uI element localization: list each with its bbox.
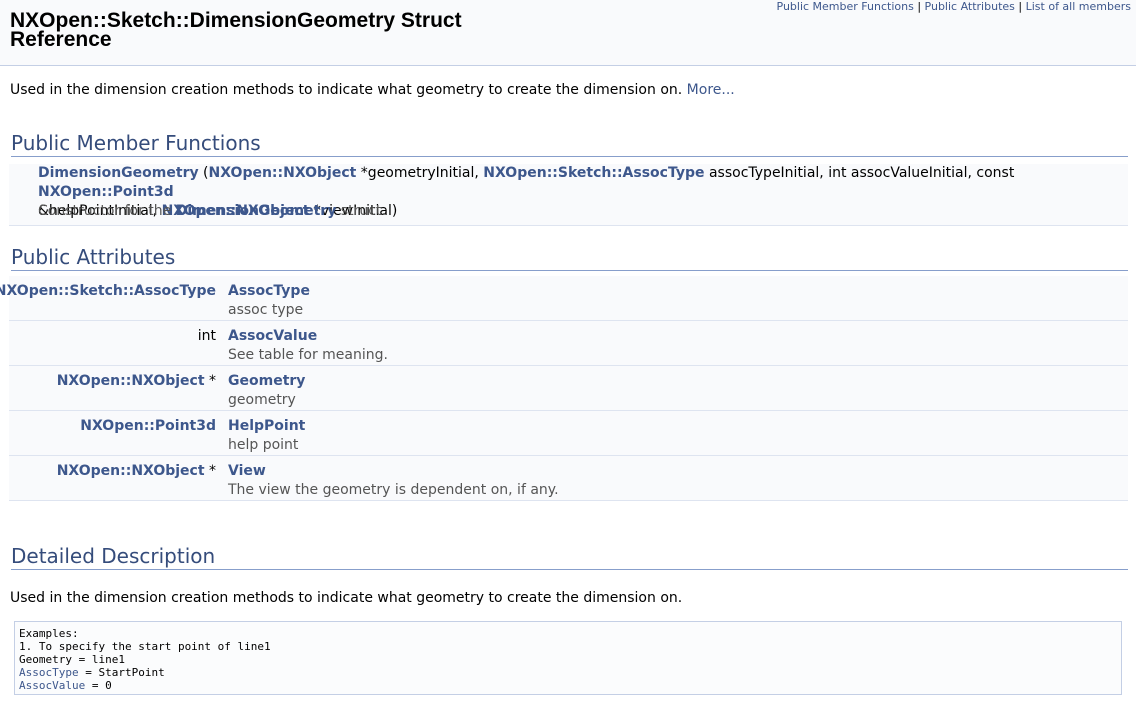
attribute-row: NXOpen::NXObject * View The view the geo… — [9, 456, 1128, 501]
type-link-nxobject[interactable]: NXOpen::NXObject — [57, 463, 205, 479]
attribute-type: int — [197, 328, 216, 344]
member-function-row: DimensionGeometry (NXOpen::NXObject *geo… — [9, 164, 1128, 226]
attribute-type: NXOpen::NXObject * — [57, 372, 216, 391]
type-link-point3d[interactable]: NXOpen::Point3d — [38, 184, 174, 200]
summary-links: Public Member Functions | Public Attribu… — [777, 0, 1132, 14]
type-link-nxobject[interactable]: NXOpen::NXObject — [57, 373, 205, 389]
signature-text: *geometryInitial, — [356, 165, 484, 181]
code-link-assoctype[interactable]: AssocType — [19, 666, 79, 679]
intro-brief: Used in the dimension creation methods t… — [10, 82, 683, 98]
attribute-link-view[interactable]: View — [228, 462, 266, 481]
summary-separator: | — [1018, 0, 1023, 13]
attribute-description: The view the geometry is dependent on, i… — [228, 482, 559, 498]
detailed-description-text: Used in the dimension creation methods t… — [10, 590, 683, 606]
type-suffix: * — [204, 373, 216, 389]
link-public-attributes[interactable]: Public Attributes — [925, 0, 1015, 13]
signature-text: ( — [198, 165, 209, 181]
attribute-description: geometry — [228, 392, 296, 408]
page-title: NXOpen::Sketch::DimensionGeometry Struct… — [10, 9, 462, 51]
summary-separator: | — [917, 0, 922, 13]
description-text: struct. — [336, 203, 386, 219]
attribute-row: NXOpen::Point3d HelpPoint help point — [9, 411, 1128, 456]
code-fragment: Examples: 1. To specify the start point … — [14, 621, 1122, 695]
attribute-row: NXOpen::Sketch::AssocType AssocType asso… — [0, 276, 1128, 321]
attribute-type: NXOpen::NXObject * — [57, 462, 216, 481]
code-line: 1. To specify the start point of line1 — [19, 640, 271, 653]
attribute-type: NXOpen::Sketch::AssocType — [0, 282, 216, 301]
code-line: Examples: — [19, 627, 79, 640]
attribute-link-geometry[interactable]: Geometry — [228, 372, 305, 391]
struct-link[interactable]: DimensionGeometry — [176, 203, 337, 219]
attribute-description: assoc type — [228, 302, 304, 318]
type-link-assoctype[interactable]: NXOpen::Sketch::AssocType — [0, 283, 216, 299]
code-text: = StartPoint — [78, 666, 165, 679]
attribute-description: help point — [228, 437, 299, 453]
signature-text: assocTypeInitial, int assocValueInitial,… — [704, 165, 1015, 181]
code-link-assocvalue[interactable]: AssocValue — [19, 679, 85, 692]
type-link-assoctype[interactable]: NXOpen::Sketch::AssocType — [483, 165, 704, 181]
attribute-row: int AssocValue See table for meaning. — [9, 321, 1128, 366]
code-line: AssocType = StartPoint — [19, 666, 1121, 679]
page-header: Public Member Functions | Public Attribu… — [0, 0, 1136, 66]
constructor-link[interactable]: DimensionGeometry — [38, 165, 199, 181]
attribute-link-helppoint[interactable]: HelpPoint — [228, 417, 305, 436]
attribute-link-assoctype[interactable]: AssocType — [228, 282, 310, 301]
attribute-link-assocvalue[interactable]: AssocValue — [228, 327, 317, 346]
constructor-description: Constructor for the DimensionGeometry st… — [38, 202, 386, 221]
code-text: = 0 — [85, 679, 112, 692]
type-link-nxobject[interactable]: NXOpen::NXObject — [209, 165, 357, 181]
attribute-type: NXOpen::Point3d — [80, 417, 216, 436]
link-list-all-members[interactable]: List of all members — [1026, 0, 1131, 13]
description-text: Constructor for the — [38, 203, 176, 219]
section-heading-detailed-description: Detailed Description — [11, 544, 1128, 570]
type-link-point3d[interactable]: NXOpen::Point3d — [80, 418, 216, 434]
code-line: Geometry = line1 — [19, 653, 125, 666]
section-heading-public-attributes: Public Attributes — [11, 245, 1128, 271]
attribute-description: See table for meaning. — [228, 347, 388, 363]
intro-text: Used in the dimension creation methods t… — [10, 80, 735, 100]
type-suffix: * — [204, 463, 216, 479]
attribute-row: NXOpen::NXObject * Geometry geometry — [9, 366, 1128, 411]
more-link[interactable]: More... — [687, 82, 735, 98]
code-line: AssocValue = 0 — [19, 679, 1121, 692]
link-public-member-functions[interactable]: Public Member Functions — [777, 0, 914, 13]
section-heading-public-member-functions: Public Member Functions — [11, 131, 1128, 157]
